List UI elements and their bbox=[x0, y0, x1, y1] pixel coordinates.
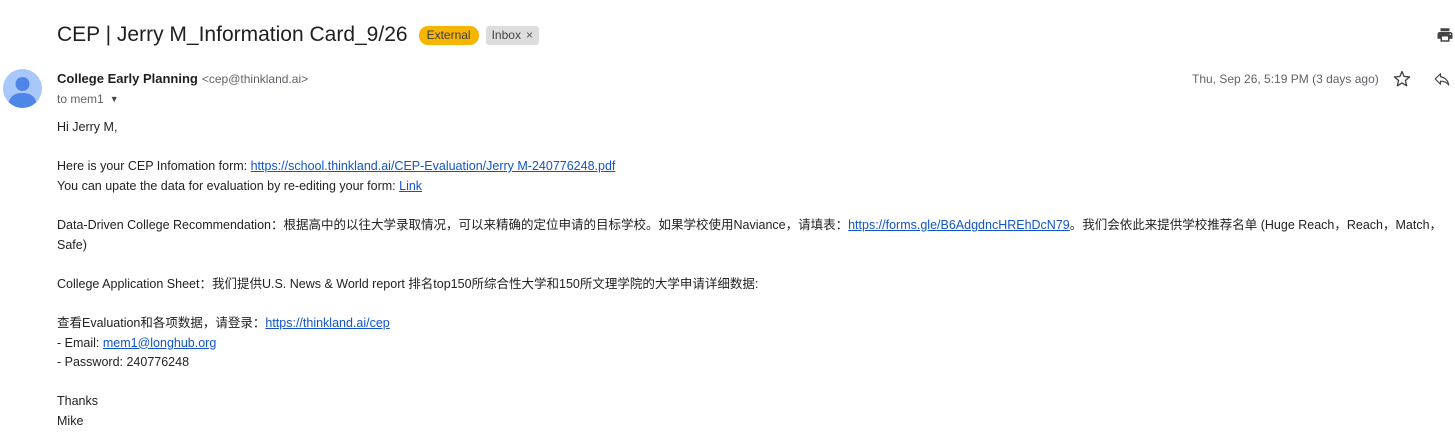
login-line: 查看Evaluation和各项数据，请登录：https://thinkland.… bbox=[57, 314, 1452, 334]
remove-label-icon[interactable]: × bbox=[526, 28, 533, 43]
external-label: External bbox=[418, 25, 479, 45]
email-date: Thu, Sep 26, 5:19 PM (3 days ago) bbox=[1192, 72, 1379, 86]
recipients-toggle[interactable]: to mem1 ▼ bbox=[57, 92, 119, 106]
update-line: You can upate the data for evaluation by… bbox=[57, 177, 1452, 197]
cep-form-link[interactable]: https://school.thinkland.ai/CEP-Evaluati… bbox=[251, 159, 616, 173]
edit-form-link[interactable]: Link bbox=[399, 179, 422, 193]
star-icon[interactable] bbox=[1393, 70, 1411, 88]
avatar-icon bbox=[8, 77, 37, 108]
form-line-text: Here is your CEP Infomation form: bbox=[57, 159, 251, 174]
sender-row: College Early Planning <cep@thinkland.ai… bbox=[57, 71, 308, 86]
inbox-label-text: Inbox bbox=[491, 27, 521, 42]
email-credential-line: - Email: mem1@longhub.org bbox=[57, 334, 1452, 354]
sender-email: <cep@thinkland.ai> bbox=[201, 72, 309, 86]
print-icon[interactable] bbox=[1436, 26, 1454, 44]
sender-name[interactable]: College Early Planning bbox=[57, 71, 198, 86]
reply-icon[interactable] bbox=[1433, 70, 1451, 88]
inbox-label[interactable]: Inbox × bbox=[485, 25, 539, 45]
recommendation-text: Data-Driven College Recommendation：根据高中的… bbox=[57, 217, 849, 232]
avatar[interactable] bbox=[3, 69, 42, 108]
email-subject: CEP | Jerry M_Information Card_9/26 bbox=[57, 23, 408, 46]
application-sheet-paragraph: College Application Sheet：我们提供U.S. News … bbox=[57, 276, 759, 291]
credential-email-link[interactable]: mem1@longhub.org bbox=[103, 336, 216, 350]
recommendation-paragraph: Data-Driven College Recommendation：根据高中的… bbox=[57, 216, 1452, 255]
email-credential-text: - Email: bbox=[57, 335, 103, 350]
naviance-form-link[interactable]: https://forms.gle/B6AdgdncHREhDcN79 bbox=[848, 218, 1070, 232]
cep-login-link[interactable]: https://thinkland.ai/cep bbox=[265, 316, 389, 330]
email-body: Hi Jerry M, Here is your CEP Infomation … bbox=[57, 118, 1452, 432]
greeting: Hi Jerry M, bbox=[57, 120, 118, 134]
login-text: 查看Evaluation和各项数据，请登录： bbox=[57, 315, 266, 330]
subject-row: CEP | Jerry M_Information Card_9/26 Exte… bbox=[57, 20, 539, 50]
recipients-text: to mem1 bbox=[57, 92, 104, 106]
form-line: Here is your CEP Infomation form: https:… bbox=[57, 157, 1452, 177]
signature: Mike bbox=[57, 413, 84, 428]
thanks-line: Thanks bbox=[57, 394, 98, 409]
chevron-down-icon[interactable]: ▼ bbox=[110, 94, 119, 104]
update-line-text: You can upate the data for evaluation by… bbox=[57, 178, 400, 193]
password-line: - Password: 240776248 bbox=[57, 355, 190, 370]
